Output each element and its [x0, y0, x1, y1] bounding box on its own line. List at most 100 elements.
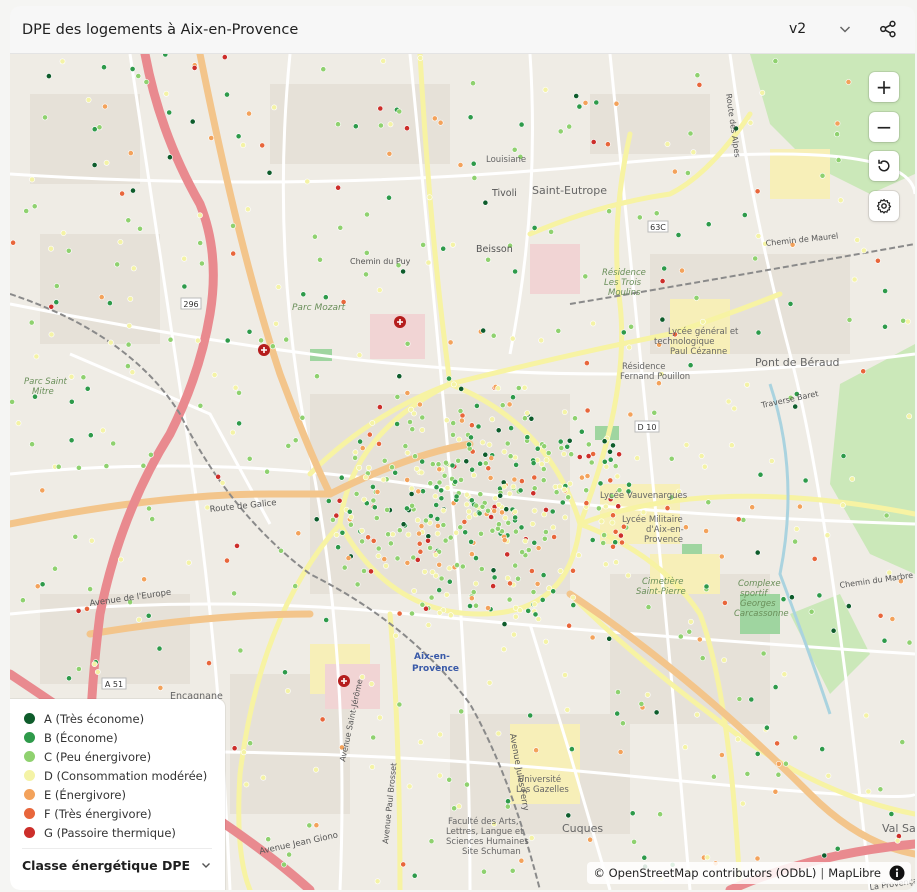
dpe-point[interactable]	[421, 568, 428, 575]
dpe-point[interactable]	[363, 249, 370, 256]
dpe-point[interactable]	[447, 612, 454, 619]
dpe-point[interactable]	[91, 162, 98, 168]
dpe-point[interactable]	[616, 451, 622, 458]
dpe-point[interactable]	[377, 105, 384, 112]
dpe-point[interactable]	[512, 528, 519, 535]
dpe-point[interactable]	[352, 123, 359, 130]
dpe-point[interactable]	[482, 460, 489, 467]
dpe-point[interactable]	[542, 86, 549, 93]
dpe-point[interactable]	[883, 512, 890, 519]
dpe-point[interactable]	[356, 352, 363, 358]
dpe-point[interactable]	[380, 476, 387, 483]
dpe-point[interactable]	[87, 432, 94, 439]
dpe-point[interactable]	[208, 135, 215, 141]
dpe-point[interactable]	[545, 450, 552, 456]
dpe-point[interactable]	[894, 837, 901, 844]
dpe-point[interactable]	[87, 586, 93, 592]
dpe-point[interactable]	[863, 712, 870, 719]
dpe-point[interactable]	[468, 497, 475, 504]
dpe-point[interactable]	[775, 771, 782, 778]
dpe-point[interactable]	[295, 530, 302, 537]
dpe-point[interactable]	[550, 588, 557, 595]
dpe-point[interactable]	[420, 241, 426, 248]
dpe-point[interactable]	[607, 448, 613, 455]
dpe-point[interactable]	[329, 516, 336, 523]
dpe-point[interactable]	[359, 445, 366, 451]
dpe-point[interactable]	[485, 256, 491, 263]
dpe-point[interactable]	[311, 233, 318, 240]
dpe-point[interactable]	[597, 480, 604, 487]
dpe-point[interactable]	[103, 463, 110, 469]
dpe-point[interactable]	[403, 505, 410, 512]
dpe-point[interactable]	[679, 267, 685, 274]
dpe-point[interactable]	[417, 739, 424, 746]
dpe-point[interactable]	[31, 203, 38, 210]
dpe-point[interactable]	[244, 206, 251, 213]
dpe-point[interactable]	[524, 410, 531, 416]
maplibre-attribution-link[interactable]: MapLibre	[828, 866, 881, 880]
dpe-point[interactable]	[166, 109, 173, 116]
dpe-point[interactable]	[485, 605, 491, 611]
dpe-point[interactable]	[435, 461, 442, 468]
dpe-point[interactable]	[585, 441, 592, 448]
dpe-point[interactable]	[380, 58, 387, 64]
dpe-point[interactable]	[453, 493, 460, 500]
dpe-point[interactable]	[429, 569, 436, 575]
dpe-point[interactable]	[501, 621, 508, 627]
dpe-point[interactable]	[140, 462, 147, 469]
dpe-point[interactable]	[392, 632, 399, 639]
dpe-point[interactable]	[659, 278, 666, 284]
dpe-point[interactable]	[364, 211, 370, 218]
dpe-point[interactable]	[446, 375, 452, 382]
dpe-point[interactable]	[735, 516, 742, 523]
dpe-point[interactable]	[300, 291, 307, 298]
dpe-point[interactable]	[631, 839, 637, 845]
dpe-point[interactable]	[48, 331, 55, 338]
dpe-point[interactable]	[626, 344, 633, 351]
dpe-point[interactable]	[752, 255, 759, 262]
dpe-point[interactable]	[224, 557, 230, 564]
dpe-point[interactable]	[505, 798, 511, 805]
dpe-point[interactable]	[450, 381, 457, 388]
dpe-point[interactable]	[467, 114, 474, 121]
dpe-point[interactable]	[510, 483, 517, 490]
dpe-point[interactable]	[285, 442, 292, 449]
dpe-point[interactable]	[404, 340, 411, 347]
dpe-point[interactable]	[476, 510, 483, 517]
dpe-point[interactable]	[641, 854, 648, 861]
dpe-point[interactable]	[404, 390, 411, 396]
dpe-point[interactable]	[653, 210, 660, 217]
dpe-point[interactable]	[528, 415, 535, 422]
dpe-point[interactable]	[454, 562, 460, 568]
dpe-point[interactable]	[834, 120, 841, 127]
dpe-point[interactable]	[504, 803, 511, 810]
osm-attribution-link[interactable]: © OpenStreetMap contributors (ODbL)	[593, 866, 816, 880]
dpe-point[interactable]	[198, 260, 205, 267]
dpe-point[interactable]	[462, 529, 469, 536]
dpe-point[interactable]	[819, 746, 826, 752]
dpe-point[interactable]	[411, 872, 418, 879]
dpe-point[interactable]	[259, 142, 266, 149]
dpe-point[interactable]	[543, 529, 549, 535]
dpe-point[interactable]	[512, 613, 519, 620]
dpe-point[interactable]	[409, 610, 415, 617]
dpe-point[interactable]	[194, 337, 201, 344]
dpe-point[interactable]	[463, 491, 470, 498]
dpe-point[interactable]	[361, 496, 368, 503]
dpe-point[interactable]	[754, 549, 761, 556]
dpe-point[interactable]	[436, 772, 443, 779]
dpe-point[interactable]	[772, 684, 779, 690]
dpe-point[interactable]	[85, 97, 92, 103]
dpe-point[interactable]	[661, 265, 668, 272]
dpe-point[interactable]	[407, 419, 413, 425]
dpe-point[interactable]	[731, 405, 738, 412]
dpe-point[interactable]	[683, 441, 690, 448]
dpe-point[interactable]	[409, 502, 415, 509]
dpe-point[interactable]	[703, 528, 709, 534]
dpe-point[interactable]	[400, 861, 407, 868]
dpe-point[interactable]	[744, 771, 751, 777]
dpe-point[interactable]	[141, 576, 147, 583]
dpe-point[interactable]	[414, 517, 421, 524]
dpe-point[interactable]	[489, 527, 496, 534]
dpe-point[interactable]	[690, 149, 697, 156]
